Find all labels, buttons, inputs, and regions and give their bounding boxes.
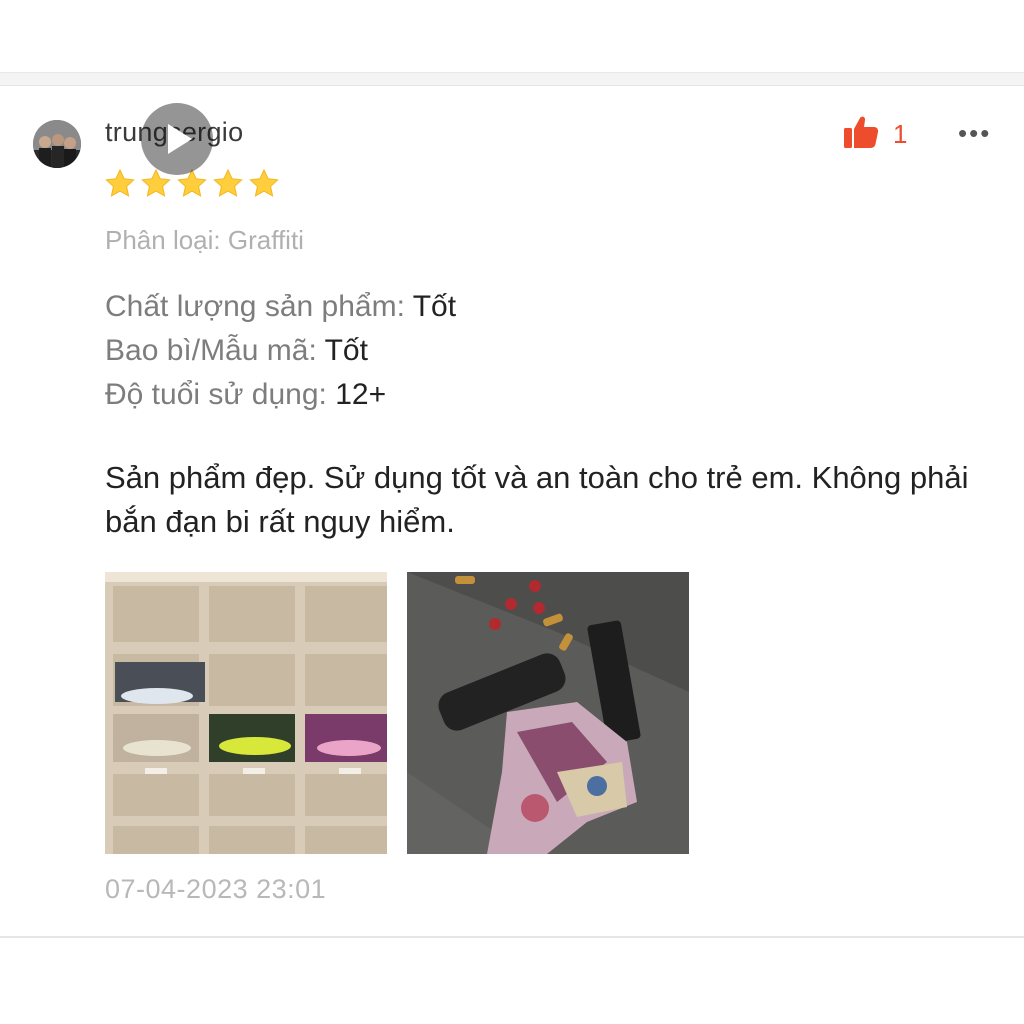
like-count: 1 bbox=[893, 118, 908, 149]
more-dots-icon[interactable]: ••• bbox=[958, 118, 998, 148]
top-blank-area bbox=[0, 0, 1024, 72]
review-image-thumbnail[interactable] bbox=[407, 572, 689, 854]
attribute-row: Độ tuổi sử dụng: 12+ bbox=[105, 373, 456, 417]
attribute-value: 12+ bbox=[335, 378, 387, 411]
like-button[interactable]: 1 bbox=[843, 116, 907, 152]
star-icon bbox=[213, 168, 243, 197]
avatar[interactable] bbox=[33, 120, 81, 168]
attribute-label: Bao bì/Mẫu mã: bbox=[105, 334, 325, 367]
variation-label: Phân loại: Graffiti bbox=[105, 225, 304, 255]
rating-stars bbox=[104, 168, 280, 200]
review-video-thumbnail[interactable] bbox=[105, 572, 387, 854]
section-divider bbox=[0, 72, 1024, 86]
play-icon[interactable] bbox=[141, 103, 213, 175]
star-icon bbox=[105, 168, 135, 197]
attribute-row: Chất lượng sản phẩm: Tốt bbox=[105, 285, 456, 329]
attribute-row: Bao bì/Mẫu mã: Tốt bbox=[105, 329, 456, 373]
review-timestamp: 07-04-2023 23:01 bbox=[105, 874, 327, 904]
review-attributes: Chất lượng sản phẩm: Tốt Bao bì/Mẫu mã: … bbox=[105, 285, 456, 417]
review-comment: Sản phẩm đẹp. Sử dụng tốt và an toàn cho… bbox=[105, 460, 969, 539]
bottom-blank-area bbox=[0, 938, 1024, 1024]
attribute-label: Chất lượng sản phẩm: bbox=[105, 290, 413, 323]
attribute-label: Độ tuổi sử dụng: bbox=[105, 378, 336, 411]
star-icon bbox=[249, 168, 279, 197]
thumbs-up-icon bbox=[843, 115, 879, 154]
attribute-value: Tốt bbox=[412, 290, 457, 323]
attribute-value: Tốt bbox=[324, 334, 368, 367]
